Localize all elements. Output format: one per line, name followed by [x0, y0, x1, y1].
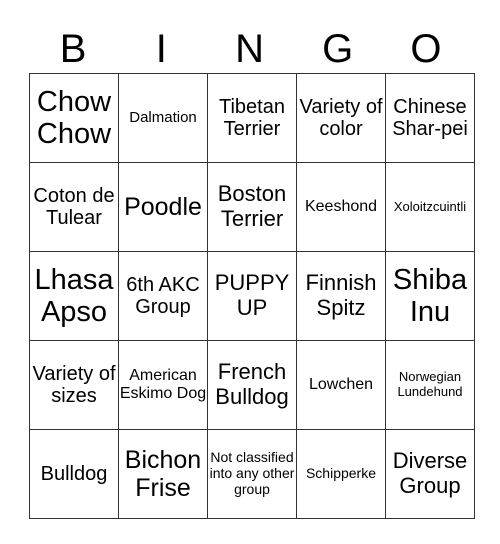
board-row: Coton de Tulear Poodle Boston Terrier Ke… — [29, 162, 475, 252]
header-letter-b: B — [59, 27, 87, 71]
bingo-cell[interactable]: Schipperke — [296, 429, 386, 519]
bingo-cell[interactable]: Not classified into any other group — [207, 429, 297, 519]
bingo-cell[interactable]: Variety of color — [296, 73, 386, 163]
bingo-cell[interactable]: Bichon Frise — [118, 429, 208, 519]
bingo-cell free-space[interactable]: PUPPY UP — [207, 251, 297, 341]
bingo-cell[interactable]: Lhasa Apso — [29, 251, 119, 341]
board-row: Variety of sizes American Eskimo Dog Fre… — [29, 340, 475, 430]
bingo-cell[interactable]: Diverse Group — [385, 429, 475, 519]
bingo-cell[interactable]: Dalmation — [118, 73, 208, 163]
bingo-header: B I N G O — [29, 24, 470, 74]
bingo-cell[interactable]: French Bulldog — [207, 340, 297, 430]
bingo-cell[interactable]: Lowchen — [296, 340, 386, 430]
header-letter-o: O — [410, 27, 442, 71]
bingo-cell[interactable]: Norwegian Lundehund — [385, 340, 475, 430]
bingo-cell[interactable]: Tibetan Terrier — [207, 73, 297, 163]
bingo-cell[interactable]: Poodle — [118, 162, 208, 252]
bingo-cell[interactable]: Keeshond — [296, 162, 386, 252]
bingo-cell[interactable]: Coton de Tulear — [29, 162, 119, 252]
bingo-cell[interactable]: Chinese Shar-pei — [385, 73, 475, 163]
bingo-cell[interactable]: 6th AKC Group — [118, 251, 208, 341]
bingo-cell[interactable]: Boston Terrier — [207, 162, 297, 252]
header-letter-n: N — [235, 27, 264, 71]
bingo-cell[interactable]: Finnish Spitz — [296, 251, 386, 341]
board-row: Lhasa Apso 6th AKC Group PUPPY UP Finnis… — [29, 251, 475, 341]
board-row: Chow Chow Dalmation Tibetan Terrier Vari… — [29, 73, 475, 163]
bingo-cell[interactable]: Shiba Inu — [385, 251, 475, 341]
board-row: Bulldog Bichon Frise Not classified into… — [29, 429, 475, 519]
bingo-cell[interactable]: Variety of sizes — [29, 340, 119, 430]
bingo-cell[interactable]: Bulldog — [29, 429, 119, 519]
header-letter-g: G — [322, 27, 354, 71]
header-letter-i: I — [155, 27, 167, 71]
bingo-cell[interactable]: Chow Chow — [29, 73, 119, 163]
bingo-board: Chow Chow Dalmation Tibetan Terrier Vari… — [29, 73, 475, 519]
bingo-cell[interactable]: Xoloitzcuintli — [385, 162, 475, 252]
bingo-cell[interactable]: American Eskimo Dog — [118, 340, 208, 430]
